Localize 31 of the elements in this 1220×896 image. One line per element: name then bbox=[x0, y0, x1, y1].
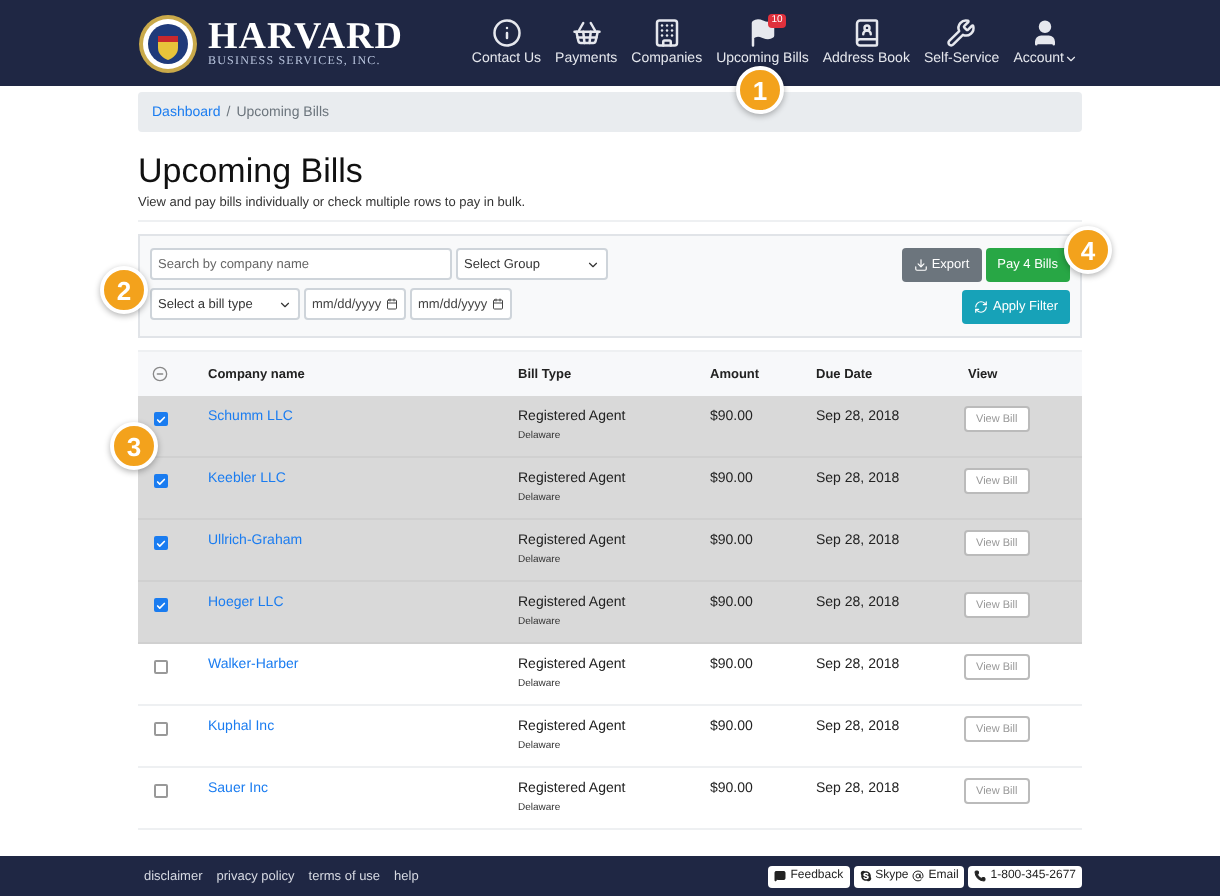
row-checkbox[interactable] bbox=[154, 412, 168, 426]
calendar-icon[interactable] bbox=[492, 298, 504, 310]
info-icon bbox=[491, 18, 522, 48]
building-icon bbox=[651, 18, 682, 48]
caret-icon bbox=[278, 297, 292, 311]
calendar-icon[interactable] bbox=[386, 298, 398, 310]
wrench-icon bbox=[946, 18, 977, 48]
callout-marker: 3 bbox=[110, 422, 158, 470]
callout-marker: 2 bbox=[100, 266, 148, 314]
row-checkbox[interactable] bbox=[154, 722, 168, 736]
callout-marker: 4 bbox=[1064, 226, 1112, 274]
user-icon bbox=[1030, 18, 1061, 48]
row-checkbox[interactable] bbox=[154, 784, 168, 798]
skype-icon bbox=[859, 870, 872, 882]
at-sign-icon bbox=[912, 870, 925, 882]
brand-name: HARVARD bbox=[208, 19, 403, 55]
caret-icon bbox=[586, 257, 600, 271]
basket-icon bbox=[571, 18, 602, 48]
contact-book-icon bbox=[851, 18, 882, 48]
seal-logo bbox=[138, 13, 198, 73]
select-all-checkbox[interactable] bbox=[152, 366, 168, 382]
download-icon bbox=[913, 258, 928, 272]
row-checkbox[interactable] bbox=[154, 598, 168, 612]
chat-icon bbox=[774, 870, 787, 882]
phone-icon bbox=[974, 870, 987, 882]
row-checkbox[interactable] bbox=[154, 536, 168, 550]
page-title: Upcoming Bills bbox=[138, 152, 365, 192]
row-checkbox[interactable] bbox=[154, 474, 168, 488]
refresh-icon bbox=[974, 300, 989, 314]
row-checkbox[interactable] bbox=[154, 660, 168, 674]
flag-icon bbox=[747, 18, 778, 48]
